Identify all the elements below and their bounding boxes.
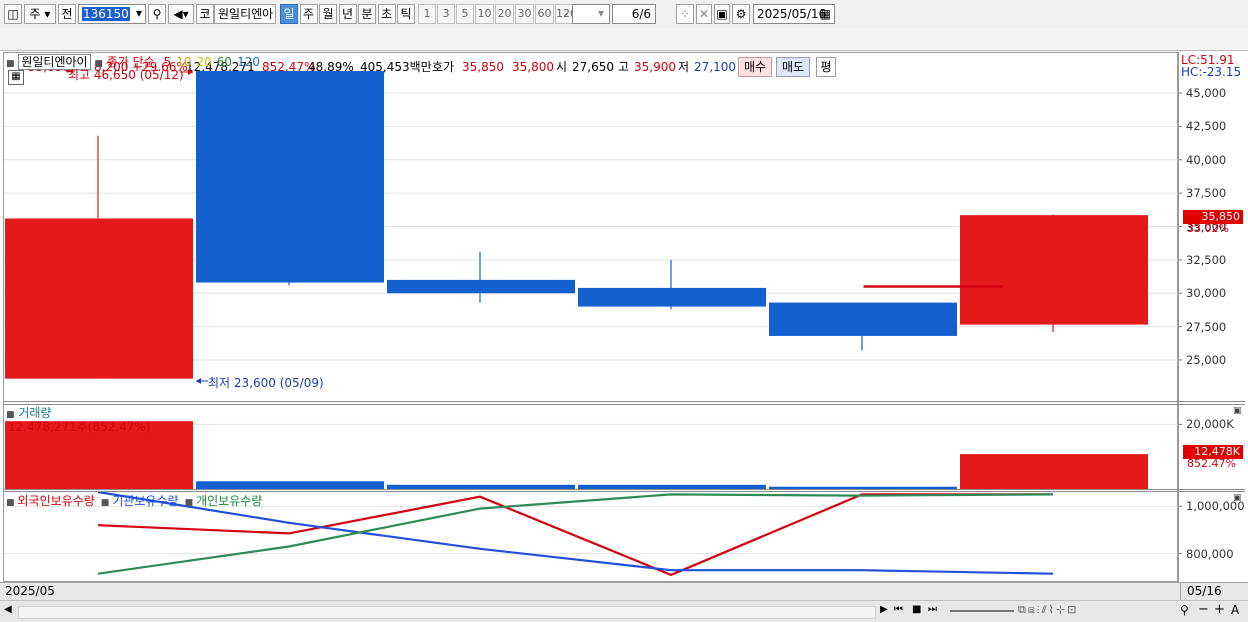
panel-separator[interactable] (3, 404, 1245, 405)
low-annotation: 최저 23,600 (05/09) (208, 376, 324, 390)
price-tick-label: 40,000 (1186, 152, 1227, 167)
zoom-icon[interactable]: ⚲ (1180, 603, 1189, 617)
price-tick-label: 25,000 (1186, 352, 1227, 367)
candle-body (196, 71, 384, 283)
price-tick-label: 27,500 (1186, 319, 1227, 334)
drawing-tools-icon[interactable]: ⧉⧈⫶⫽⌇⊹⊡ (1018, 603, 1078, 617)
volume-bar (196, 481, 384, 489)
price-tick-label: 30,000 (1186, 286, 1227, 301)
volume-bar (960, 454, 1148, 489)
high-annotation: 최고 46,650 (05/12) (68, 68, 184, 82)
x-axis: 2025/05 05/16 (0, 582, 1248, 601)
x-axis-divider (1180, 583, 1181, 601)
bottom-toolbar: ◀ ▶ ⏮ ■ ⏭ ⧉⧈⫶⫽⌇⊹⊡ ⚲ − + A (0, 600, 1248, 622)
hc-label: HC:-23.15 (1181, 65, 1242, 79)
candle-body (578, 287, 766, 307)
scroll-right-icon[interactable]: ▶ (880, 604, 888, 615)
legend-marker-icon: ■ (184, 498, 194, 508)
legend-marker-icon: ■ (6, 498, 15, 508)
panel-separator[interactable] (3, 401, 1245, 402)
last-price-pct: 33.02% (1187, 222, 1229, 235)
horizontal-scrollbar[interactable] (18, 606, 876, 619)
zoom-out-icon[interactable]: − (1198, 602, 1209, 617)
ma-4-label[interactable]: 120 (237, 55, 260, 69)
panel-close-icon[interactable]: ▣ (1233, 406, 1242, 416)
price-tick-label: 42,500 (1186, 119, 1227, 134)
holdings-legend-2[interactable]: 개인보유수량 (196, 494, 262, 508)
candle-body (5, 218, 193, 379)
rewind-icon[interactable]: ⏮ (894, 604, 903, 615)
chart-svg[interactable] (0, 0, 1248, 621)
candle-body (960, 215, 1148, 325)
ma-3-label[interactable]: 60 (217, 55, 232, 69)
text-tool-icon[interactable]: A (1231, 603, 1239, 617)
volume-last-pct: 852.47% (1187, 457, 1236, 470)
candle-body (387, 279, 575, 294)
x-axis-end: 05/16 (1187, 584, 1222, 598)
holdings-legend-1[interactable]: 기관보유수량 (112, 494, 178, 508)
price-tick-label: 32,500 (1186, 252, 1227, 267)
holdings-tick-label: 1,000,000 (1186, 499, 1245, 514)
candle-body (769, 302, 957, 336)
scroll-left-icon[interactable]: ◀ (4, 604, 12, 615)
low-arrow-head (196, 378, 201, 384)
price-tick-label: 45,000 (1186, 86, 1227, 101)
price-tick-label: 37,500 (1186, 186, 1227, 201)
x-axis-start: 2025/05 (5, 584, 55, 598)
fast-forward-icon[interactable]: ⏭ (928, 604, 937, 615)
holdings-legend: ■ 외국인보유수량 ■ 기관보유수량 ■ 개인보유수량 (6, 492, 262, 509)
zoom-in-icon[interactable]: + (1214, 602, 1225, 617)
volume-tick-label: 20,000K (1186, 417, 1234, 432)
legend-marker-icon: ■ (6, 59, 15, 69)
stop-icon[interactable]: ■ (912, 604, 921, 615)
ma-2-label[interactable]: 20 (197, 55, 212, 69)
volume-annotation: 12,478,271주(852.47%) (8, 420, 151, 434)
zoom-slider[interactable] (950, 610, 1014, 612)
holdings-tick-label: 800,000 (1186, 546, 1234, 561)
panel-separator[interactable] (3, 489, 1245, 490)
holdings-legend-0[interactable]: 외국인보유수량 (18, 494, 95, 508)
legend-marker-icon: ■ (100, 498, 110, 508)
calculator-icon[interactable]: ▦ (8, 70, 24, 85)
